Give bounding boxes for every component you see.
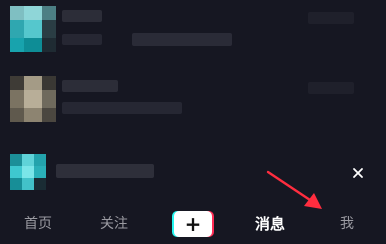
timestamp-redacted xyxy=(308,82,354,94)
avatar xyxy=(10,154,46,190)
sender-name-redacted xyxy=(62,10,102,22)
message-preview-redacted xyxy=(62,34,102,45)
close-button[interactable] xyxy=(346,161,370,185)
tab-me[interactable]: 我 xyxy=(330,204,364,244)
create-post-button[interactable]: + xyxy=(172,211,214,237)
tab-following[interactable]: 关注 xyxy=(90,204,138,244)
avatar xyxy=(10,6,56,52)
message-preview-redacted xyxy=(132,33,232,46)
message-row[interactable] xyxy=(0,0,386,70)
message-row[interactable] xyxy=(0,148,386,200)
message-preview-redacted xyxy=(62,102,182,114)
sender-name-redacted xyxy=(62,80,118,92)
tab-messages[interactable]: 消息 xyxy=(246,204,294,244)
avatar xyxy=(10,76,56,122)
message-list xyxy=(0,0,386,204)
tab-home[interactable]: 首页 xyxy=(14,204,62,244)
message-row[interactable] xyxy=(0,70,386,140)
timestamp-redacted xyxy=(308,12,354,24)
message-preview-redacted xyxy=(56,164,154,178)
plus-icon: + xyxy=(184,212,202,236)
close-icon xyxy=(353,168,363,178)
